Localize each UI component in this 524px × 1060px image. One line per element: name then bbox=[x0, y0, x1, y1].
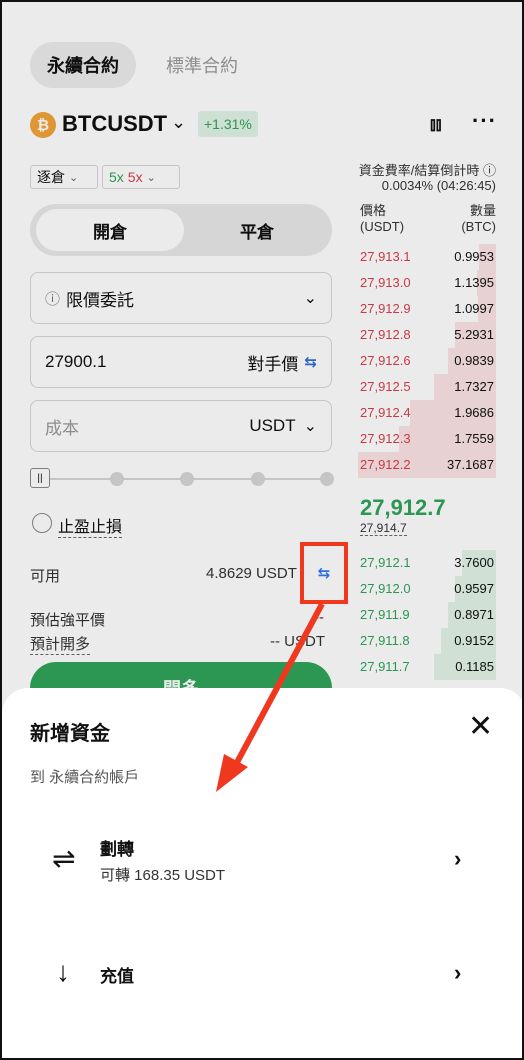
app-frame: 永續合約 標準合約 ₿ BTCUSDT ⌄ +1.31% ⫾⫾ ··· 逐倉 ⌄… bbox=[0, 0, 524, 1060]
annotation-arrow bbox=[216, 602, 325, 792]
